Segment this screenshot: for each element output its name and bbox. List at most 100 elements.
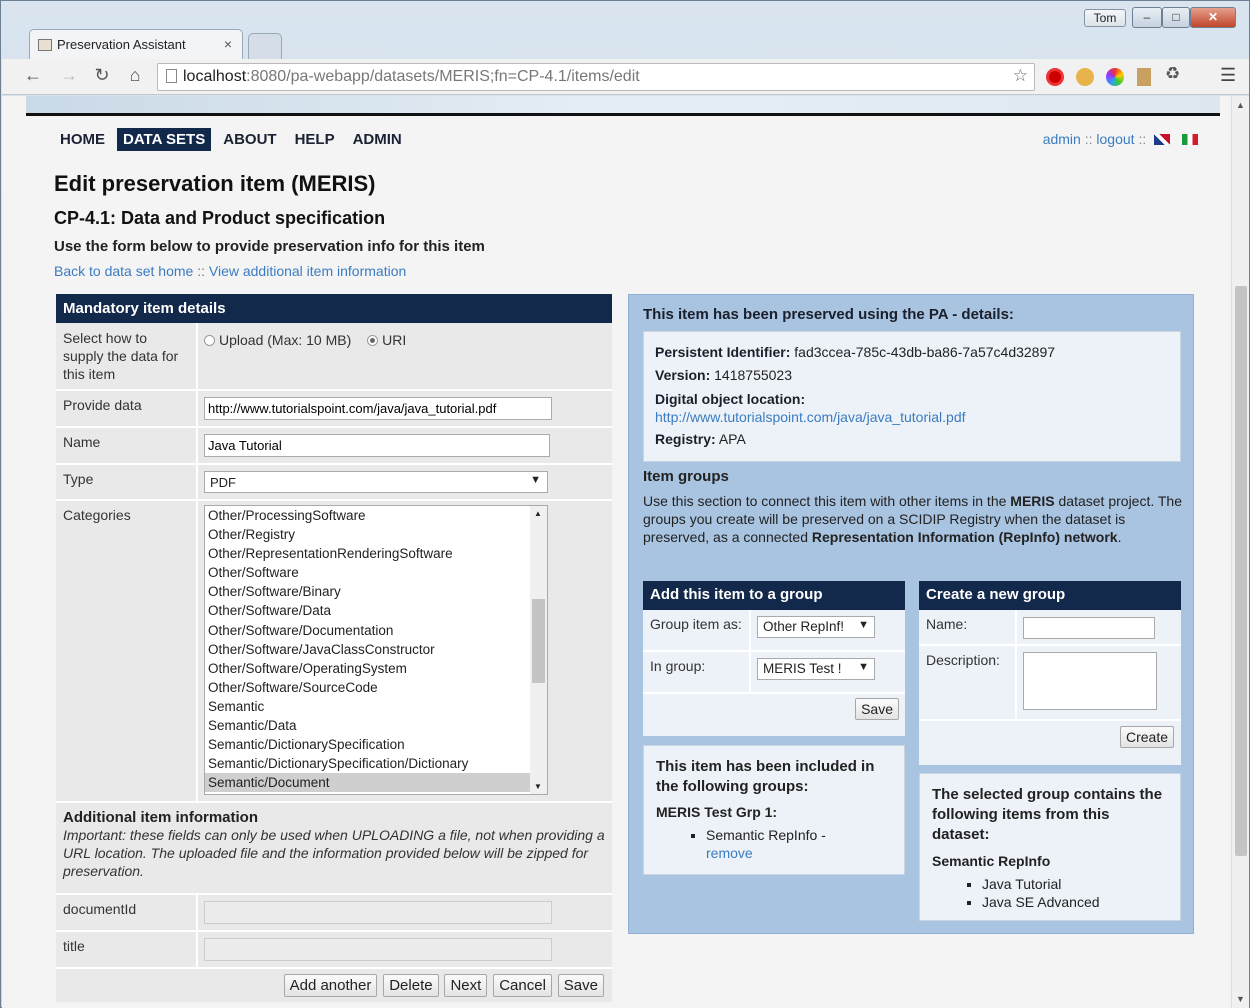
documentid-label: documentId xyxy=(56,895,198,930)
url-path: :8080/pa-webapp/datasets/MERIS;fn=CP-4.1… xyxy=(246,68,640,85)
address-bar[interactable]: localhost:8080/pa-webapp/datasets/MERIS;… xyxy=(157,63,1035,91)
page-scrollbar[interactable]: ▲ ▼ xyxy=(1231,96,1249,1008)
new-group-description-label: Description: xyxy=(919,646,1017,719)
categories-listbox[interactable]: Other/ProcessingSoftware Other/Registry … xyxy=(204,505,548,795)
home-icon[interactable]: ⌂ xyxy=(124,65,146,86)
in-group-select[interactable]: MERIS Test ! ▼ xyxy=(757,658,875,680)
nav-home[interactable]: HOME xyxy=(54,128,111,151)
create-group-button[interactable]: Create xyxy=(1119,726,1174,748)
provide-data-input[interactable] xyxy=(204,397,552,420)
list-item[interactable]: Other/Registry xyxy=(205,525,547,544)
documentid-cell xyxy=(198,895,612,930)
title-bar: Tom – □ ✕ xyxy=(1,1,1249,31)
group-as-label: Group item as: xyxy=(643,610,751,650)
user-badge[interactable]: Tom xyxy=(1084,9,1126,27)
item-groups-title: Item groups xyxy=(643,468,729,485)
pid-line: Persistent Identifier: fad3ccea-785c-43d… xyxy=(655,341,1169,364)
uri-radio[interactable] xyxy=(367,335,379,346)
scroll-thumb[interactable] xyxy=(1235,286,1247,856)
browser-tab[interactable]: Preservation Assistant × xyxy=(29,29,243,59)
view-additional-info-link[interactable]: View additional item information xyxy=(209,263,406,279)
ruler-extension-icon[interactable] xyxy=(1137,68,1151,86)
save-group-button[interactable]: Save xyxy=(855,698,899,720)
upload-radio[interactable] xyxy=(204,335,215,346)
admin-link[interactable]: admin xyxy=(1043,131,1081,147)
list-item[interactable]: Other/Software xyxy=(205,563,547,582)
list-item[interactable]: Other/Software/Data xyxy=(205,601,547,620)
dropdown-arrow-icon: ▼ xyxy=(858,619,869,631)
adblock-extension-icon[interactable] xyxy=(1046,68,1064,86)
list-item[interactable]: Other/Software/Documentation xyxy=(205,621,547,640)
new-group-description-textarea[interactable] xyxy=(1023,652,1157,710)
add-another-button[interactable]: Add another xyxy=(283,974,378,997)
back-arrow-icon[interactable]: ← xyxy=(22,65,44,86)
cookie-extension-icon[interactable] xyxy=(1076,68,1094,86)
list-item: Java SE Advanced xyxy=(982,893,1168,911)
provide-data-cell xyxy=(198,391,612,426)
group-as-select[interactable]: Other RepInf! ▼ xyxy=(757,616,875,638)
name-row: Name xyxy=(56,428,612,465)
nav-help[interactable]: HELP xyxy=(289,128,341,151)
new-group-description-row: Description: xyxy=(919,646,1181,721)
additional-info-title: Additional item information xyxy=(63,809,258,826)
list-item[interactable]: Semantic/DictionarySpecification/Diction… xyxy=(205,754,547,773)
list-item[interactable]: Semantic/DictionarySpecification xyxy=(205,735,547,754)
list-item[interactable]: Other/Software/JavaClassConstructor xyxy=(205,640,547,659)
logout-link[interactable]: logout xyxy=(1096,131,1134,147)
minimize-button[interactable]: – xyxy=(1132,7,1162,28)
page-title: Edit preservation item (MERIS) xyxy=(54,171,376,196)
title-input xyxy=(204,938,552,961)
tab-close-icon[interactable]: × xyxy=(224,36,232,52)
documentid-input xyxy=(204,901,552,924)
type-select[interactable]: PDF ▼ xyxy=(204,471,548,493)
nav-admin[interactable]: ADMIN xyxy=(347,128,408,151)
form-button-row: Add another Delete Next Cancel Save xyxy=(56,969,612,1002)
provide-data-label: Provide data xyxy=(56,391,198,426)
list-item[interactable]: Other/Software/Binary xyxy=(205,582,547,601)
bookmark-star-icon[interactable]: ☆ xyxy=(1013,66,1028,86)
reload-icon[interactable]: ↻ xyxy=(91,65,113,86)
scroll-up-icon[interactable]: ▲ xyxy=(534,509,542,518)
forward-arrow-icon[interactable]: → xyxy=(58,65,80,86)
list-item[interactable]: Other/Software/SourceCode xyxy=(205,678,547,697)
scroll-down-icon[interactable]: ▼ xyxy=(1236,994,1245,1004)
desc-dataset: MERIS xyxy=(1010,493,1055,509)
nav-data-sets[interactable]: DATA SETS xyxy=(117,128,212,151)
add-group-button-row: Save xyxy=(643,694,905,724)
name-input[interactable] xyxy=(204,434,550,457)
registry-label: Registry: xyxy=(655,431,716,447)
categories-label: Categories xyxy=(56,501,198,801)
new-group-name-input[interactable] xyxy=(1023,617,1155,639)
scroll-down-icon[interactable]: ▼ xyxy=(534,782,542,791)
scroll-thumb[interactable] xyxy=(532,599,545,683)
next-button[interactable]: Next xyxy=(444,974,488,997)
version-label: Version: xyxy=(655,367,711,383)
remove-link[interactable]: remove xyxy=(706,845,753,861)
list-item[interactable]: Semantic/Data xyxy=(205,716,547,735)
new-group-name-cell xyxy=(1017,610,1161,644)
cancel-button[interactable]: Cancel xyxy=(493,974,552,997)
list-item[interactable]: Other/Software/OperatingSystem xyxy=(205,659,547,678)
scroll-up-icon[interactable]: ▲ xyxy=(1236,100,1245,110)
english-flag-icon[interactable] xyxy=(1154,134,1171,145)
save-button[interactable]: Save xyxy=(557,974,604,997)
delete-button[interactable]: Delete xyxy=(383,974,439,997)
italian-flag-icon[interactable] xyxy=(1182,134,1198,145)
nav-about[interactable]: ABOUT xyxy=(217,128,282,151)
maximize-button[interactable]: □ xyxy=(1162,7,1190,28)
color-picker-extension-icon[interactable] xyxy=(1106,68,1124,86)
back-to-dataset-link[interactable]: Back to data set home xyxy=(54,263,193,279)
list-item: Semantic RepInfo - remove xyxy=(706,826,892,862)
menu-icon[interactable]: ☰ xyxy=(1220,65,1236,86)
additional-info-note: Important: these fields can only be used… xyxy=(63,827,605,879)
list-item-selected[interactable]: Semantic/Document xyxy=(205,773,547,793)
location-link[interactable]: http://www.tutorialspoint.com/java/java_… xyxy=(655,409,966,425)
in-group-label: In group: xyxy=(643,652,751,692)
recycle-extension-icon[interactable]: ♻ xyxy=(1165,64,1183,83)
listbox-scrollbar[interactable]: ▲ ▼ xyxy=(530,506,547,794)
close-window-button[interactable]: ✕ xyxy=(1190,7,1236,28)
list-item[interactable]: Semantic xyxy=(205,697,547,716)
new-tab-button[interactable] xyxy=(248,33,282,59)
list-item[interactable]: Other/RepresentationRenderingSoftware xyxy=(205,544,547,563)
list-item[interactable]: Other/ProcessingSoftware xyxy=(205,506,547,525)
